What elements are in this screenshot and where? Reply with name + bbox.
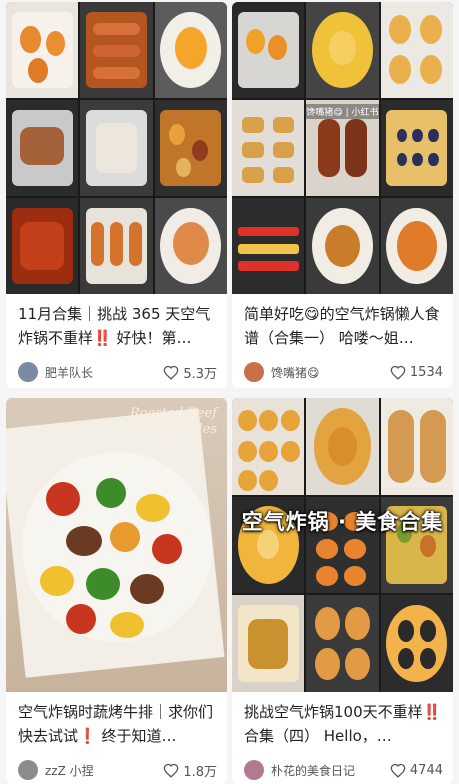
note-title[interactable]: 空气炸锅时蔬烤牛排｜求你们快去试试❗ 终于知道…	[18, 700, 217, 748]
author-avatar[interactable]	[244, 362, 264, 382]
like-button[interactable]: 1534	[390, 365, 443, 380]
note-card[interactable]: 馋嘴猪😋 | 小红书 简单好吃😋的空气炸锅懒人食谱（合集一） 哈喽～姐… 馋嘴猪…	[232, 2, 453, 388]
author-avatar[interactable]	[18, 362, 38, 382]
like-count: 5.3万	[183, 366, 217, 382]
note-meta: zzZ 小捏 1.8万	[18, 759, 217, 781]
note-cover-image[interactable]: 馋嘴猪😋 | 小红书	[232, 2, 453, 294]
author-name[interactable]: 馋嘴猪😋	[271, 364, 390, 381]
like-button[interactable]: 1.8万	[163, 761, 217, 780]
note-meta: 朴花的美食日记 4744	[244, 759, 443, 781]
note-meta: 馋嘴猪😋 1534	[244, 361, 443, 383]
author-avatar[interactable]	[18, 760, 38, 780]
author-name[interactable]: 朴花的美食日记	[271, 762, 390, 779]
heart-outline-icon	[390, 365, 406, 380]
author-name[interactable]: zzZ 小捏	[45, 762, 163, 779]
note-cover-image[interactable]: Roasted Beef & Vegetables	[6, 398, 227, 692]
heart-outline-icon	[163, 763, 179, 778]
cover-title: Roasted Beef & Vegetables	[129, 406, 217, 437]
note-title[interactable]: 挑战空气炸锅100天不重样‼️合集（四） Hello，…	[244, 700, 443, 748]
like-count: 1534	[409, 364, 443, 380]
note-card[interactable]: 11月合集｜挑战 365 天空气炸锅不重样‼️ 好快！第… 肥羊队长 5.3万	[6, 2, 227, 388]
note-card[interactable]: 空气炸锅 · 美食合集 挑战空气炸锅100天不重样‼️合集（四） Hello，……	[232, 398, 453, 784]
author-name[interactable]: 肥羊队长	[45, 364, 163, 381]
like-button[interactable]: 4744	[390, 763, 443, 778]
note-card[interactable]: Roasted Beef & Vegetables 空气炸锅时蔬烤牛排｜求你们快…	[6, 398, 227, 784]
heart-outline-icon	[390, 763, 406, 778]
note-feed: 11月合集｜挑战 365 天空气炸锅不重样‼️ 好快！第… 肥羊队长 5.3万 …	[0, 0, 459, 784]
note-cover-image[interactable]	[6, 2, 227, 294]
like-button[interactable]: 5.3万	[163, 363, 217, 382]
note-title[interactable]: 简单好吃😋的空气炸锅懒人食谱（合集一） 哈喽～姐…	[244, 302, 443, 350]
like-count: 1.8万	[183, 764, 217, 780]
watermark-tag: 馋嘴猪😋 | 小红书	[306, 103, 379, 119]
author-avatar[interactable]	[244, 760, 264, 780]
note-meta: 肥羊队长 5.3万	[18, 361, 217, 383]
heart-outline-icon	[163, 365, 179, 380]
cover-banner: 空气炸锅 · 美食合集	[241, 510, 444, 534]
note-cover-image[interactable]: 空气炸锅 · 美食合集	[232, 398, 453, 692]
like-count: 4744	[409, 762, 443, 778]
note-title[interactable]: 11月合集｜挑战 365 天空气炸锅不重样‼️ 好快！第…	[18, 302, 217, 350]
